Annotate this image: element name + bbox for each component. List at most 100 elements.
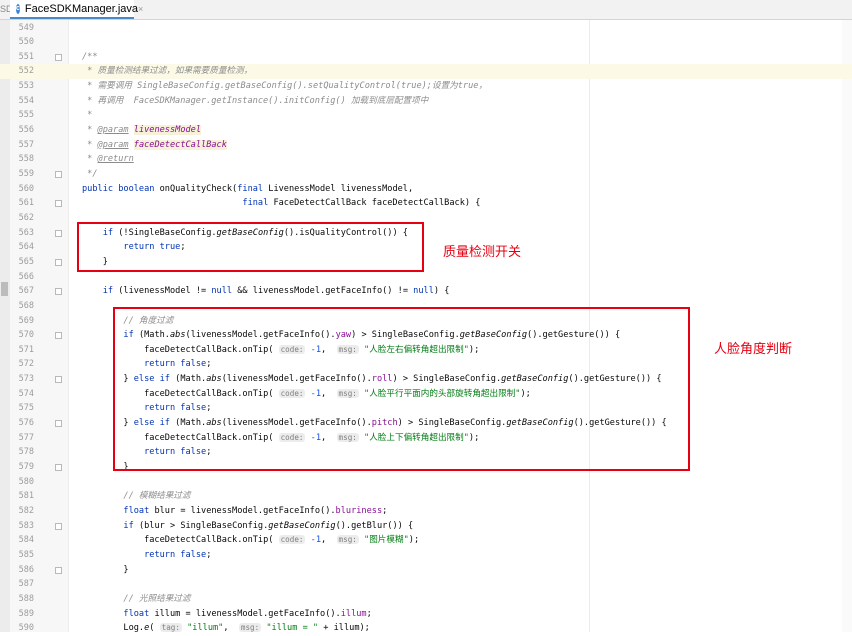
code-line[interactable]: 551 /** [0,50,852,65]
tab-facesdkmanager[interactable]: c FaceSDKManager.java × [10,0,143,19]
code-token: (blur > SingleBaseConfig. [138,520,269,531]
line-number: 567 [18,286,34,297]
code-token: @return [97,154,134,165]
code-line[interactable]: 558 * @return [0,152,852,167]
code-line[interactable]: 584 faceDetectCallBack.onTip( code: -1, … [0,533,852,548]
code-token: if [123,520,139,531]
fold-marker-icon[interactable] [55,332,62,340]
code-text: * @return [82,152,134,167]
fold-marker-icon[interactable] [55,229,62,237]
code-line[interactable]: 555 * [0,108,852,123]
code-line[interactable]: 552 * 质量检测结果过滤，如果需要质量检测， [0,64,852,80]
fold-marker-icon[interactable] [55,258,62,266]
code-token: bluriness [335,505,383,516]
java-class-icon: c [16,3,20,14]
code-line[interactable]: 585 return false; [0,548,852,563]
code-line[interactable]: 588 // 光照结果过滤 [0,592,852,607]
fold-marker-icon[interactable] [55,420,62,428]
code-token: float [123,608,155,619]
code-line[interactable]: 581 // 模糊结果过滤 [0,489,852,504]
code-line[interactable]: 590 Log.e( tag: "illum", msg: "illum = "… [0,621,852,636]
code-text: public boolean onQualityCheck(final Live… [82,182,413,197]
fold-marker-icon[interactable] [55,200,62,208]
code-line[interactable]: 553 * 需要调用 SingleBaseConfig.getBaseConfi… [0,79,852,94]
code-token: return false [144,549,207,560]
line-number: 576 [18,418,34,429]
code-text: if (blur > SingleBaseConfig.getBaseConfi… [82,519,413,534]
line-number: 577 [18,432,34,443]
code-token: final [237,183,269,194]
code-line[interactable]: 556 * @param livenessModel [0,123,852,138]
code-line[interactable]: 560 public boolean onQualityCheck(final L… [0,182,852,197]
line-number: 552 [18,66,34,77]
close-tab-icon[interactable]: × [138,4,143,14]
code-token: * [82,110,93,121]
code-line[interactable]: 561 final FaceDetectCallBack faceDetectC… [0,196,852,211]
code-token: ; [382,505,388,516]
line-number: 580 [18,476,34,487]
code-line[interactable]: 589 float illum = livenessModel.getFaceI… [0,607,852,622]
line-number: 575 [18,403,34,414]
code-line[interactable]: 550 [0,35,852,50]
code-token: /** [82,51,98,62]
code-token: livenessModel [133,125,202,136]
code-line[interactable]: 583 if (blur > SingleBaseConfig.getBaseC… [0,519,852,534]
editor-tab-bar: SD c FaceSDKManager.java × [0,0,852,20]
code-text: * @param livenessModel [82,123,202,138]
line-number: 584 [18,535,34,546]
code-token: ; [206,549,212,560]
code-token: * [82,154,98,165]
code-token: * [82,139,98,150]
code-line[interactable]: 587 [0,577,852,592]
line-number: 579 [18,462,34,472]
line-number: 572 [18,359,34,370]
code-token: // 模糊结果过滤 [123,491,191,502]
code-text: } [82,563,128,578]
code-token: faceDetectCallBack [133,139,227,150]
code-text: */ [82,167,97,182]
code-token: faceDetectCallBack.onTip( [82,535,279,546]
line-number: 583 [18,520,34,531]
code-line[interactable]: 554 * 再调用 FaceSDKManager.getInstance().i… [0,94,852,109]
line-number: 578 [18,447,34,458]
fold-marker-icon[interactable] [55,522,62,530]
code-token: illum = livenessModel.getFaceInfo(). [154,608,341,619]
fold-marker-icon[interactable] [55,566,62,574]
line-number: 574 [18,388,34,399]
angle-check-highlight-box [113,307,690,471]
code-text: float illum = livenessModel.getFaceInfo(… [82,607,372,622]
code-token: final [242,198,274,209]
line-number: 562 [18,212,34,223]
parameter-hint: msg: [238,623,262,633]
code-token: ; [366,608,372,619]
line-number: 590 [18,623,34,634]
code-line[interactable]: 549 [0,21,852,36]
code-token: // 光照结果过滤 [123,593,191,604]
code-text: if (livenessModel != null && livenessMod… [82,284,450,299]
code-line[interactable]: 582 float blur = livenessModel.getFaceIn… [0,504,852,519]
line-number: 553 [18,81,34,92]
fold-marker-icon[interactable] [55,171,62,178]
line-number: 573 [18,374,34,385]
fold-marker-icon[interactable] [55,288,62,296]
code-token: @param [97,125,129,136]
code-token: -1 [310,535,322,546]
line-number: 571 [18,344,34,355]
code-line[interactable]: 559 */ [0,167,852,182]
code-token: null [211,286,238,297]
code-line[interactable]: 567 if (livenessModel != null && livenes… [0,284,852,299]
fold-marker-icon[interactable] [55,53,62,61]
code-line[interactable]: 580 [0,475,852,490]
code-line[interactable]: 557 * @param faceDetectCallBack [0,138,852,153]
line-number: 585 [18,549,34,560]
fold-marker-icon[interactable] [55,376,62,384]
code-token: && livenessModel.getFaceInfo() != [237,286,414,297]
line-number: 581 [18,491,34,502]
code-token: if [102,286,119,297]
fold-marker-icon[interactable] [55,464,62,471]
code-line[interactable]: 586 } [0,563,852,578]
code-token: null [413,286,434,297]
